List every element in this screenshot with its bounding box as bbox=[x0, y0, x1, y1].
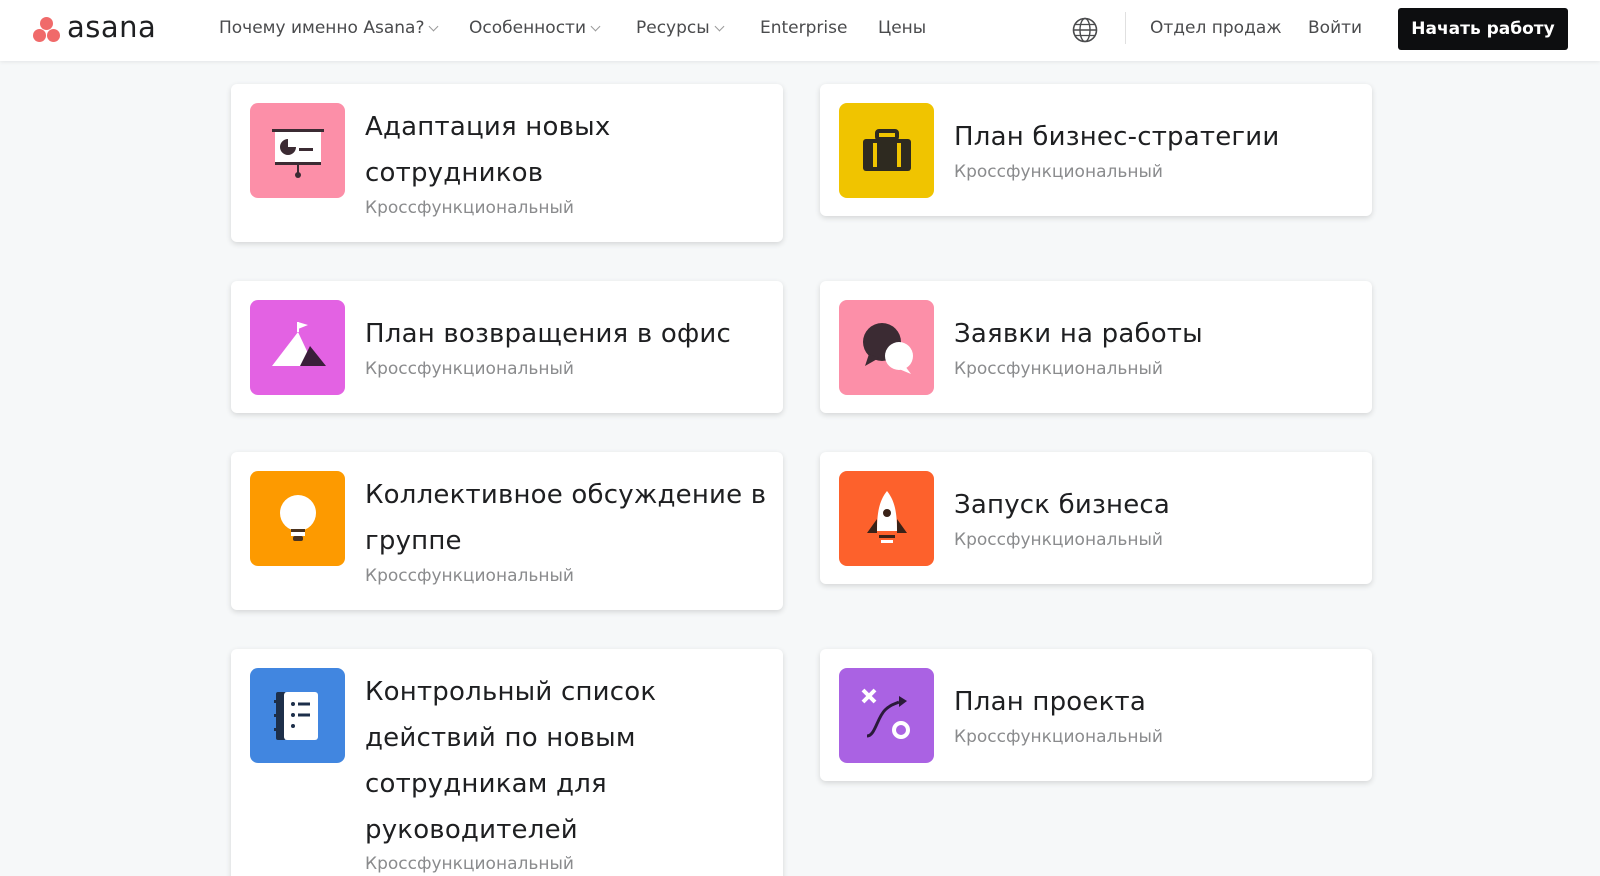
card-title: Заявки на работы bbox=[954, 319, 1203, 349]
nav-label: Цены bbox=[878, 18, 927, 38]
chat-bubbles-icon bbox=[839, 300, 934, 395]
template-card-business-strategy[interactable]: План бизнес-стратегии Кроссфункциональны… bbox=[820, 84, 1372, 216]
card-title-line: группе bbox=[365, 526, 462, 556]
briefcase-icon bbox=[839, 103, 934, 198]
nav-label: Особенности bbox=[469, 18, 586, 38]
template-card-project-plan[interactable]: План проекта Кроссфункциональный bbox=[820, 649, 1372, 781]
globe-icon[interactable] bbox=[1072, 17, 1098, 43]
card-title: Адаптация новых сотрудников bbox=[365, 104, 610, 196]
card-title-line: сотрудникам для bbox=[365, 769, 607, 799]
card-category: Кроссфункциональный bbox=[954, 359, 1163, 379]
chevron-down-icon bbox=[590, 21, 601, 32]
asana-logo[interactable]: asana bbox=[32, 10, 157, 46]
nav-enterprise[interactable]: Enterprise bbox=[760, 18, 847, 38]
card-category: Кроссфункциональный bbox=[365, 198, 574, 218]
card-title-line: Коллективное обсуждение в bbox=[365, 480, 767, 510]
nav-features[interactable]: Особенности bbox=[469, 18, 601, 38]
nav-label: Ресурсы bbox=[636, 18, 710, 38]
template-card-brainstorming[interactable]: Коллективное обсуждение в группе Кроссфу… bbox=[231, 452, 783, 610]
card-category: Кроссфункциональный bbox=[365, 566, 574, 586]
card-title: План бизнес-стратегии bbox=[954, 122, 1280, 152]
template-card-work-requests[interactable]: Заявки на работы Кроссфункциональный bbox=[820, 281, 1372, 413]
card-category: Кроссфункциональный bbox=[365, 359, 574, 379]
card-title: Коллективное обсуждение в группе bbox=[365, 472, 766, 564]
card-title: Запуск бизнеса bbox=[954, 490, 1171, 520]
nav-label: Enterprise bbox=[760, 18, 848, 38]
header-divider bbox=[1125, 12, 1126, 44]
chevron-down-icon bbox=[714, 21, 725, 32]
card-title: План проекта bbox=[954, 687, 1146, 717]
sales-link[interactable]: Отдел продаж bbox=[1150, 18, 1282, 38]
card-title-line: сотрудников bbox=[365, 158, 544, 188]
chevron-down-icon bbox=[429, 21, 439, 32]
login-link[interactable]: Войти bbox=[1308, 18, 1362, 38]
mountain-flag-icon bbox=[250, 300, 345, 395]
card-title-line: руководителей bbox=[365, 815, 578, 845]
lightbulb-icon bbox=[250, 471, 345, 566]
card-category: Кроссфункциональный bbox=[954, 162, 1163, 182]
asana-logo-icon bbox=[32, 14, 62, 44]
nav-label: Почему именно Asana? bbox=[219, 18, 425, 38]
strategy-path-icon bbox=[839, 668, 934, 763]
rocket-icon bbox=[839, 471, 934, 566]
presentation-icon bbox=[250, 103, 345, 198]
card-category: Кроссфункциональный bbox=[365, 854, 574, 874]
card-category: Кроссфункциональный bbox=[954, 530, 1163, 550]
card-title: План возвращения в офис bbox=[365, 319, 731, 349]
nav-resources[interactable]: Ресурсы bbox=[636, 18, 725, 38]
notebook-icon bbox=[250, 668, 345, 763]
template-card-manager-checklist[interactable]: Контрольный список действий по новым сот… bbox=[231, 649, 783, 876]
card-category: Кроссфункциональный bbox=[954, 727, 1163, 747]
logo-text: asana bbox=[67, 10, 157, 44]
template-card-return-to-office[interactable]: План возвращения в офис Кроссфункциональ… bbox=[231, 281, 783, 413]
nav-pricing[interactable]: Цены bbox=[878, 18, 926, 38]
card-title-line: Контрольный список bbox=[365, 677, 657, 707]
get-started-button[interactable]: Начать работу bbox=[1398, 8, 1568, 50]
card-title: Контрольный список действий по новым сот… bbox=[365, 669, 656, 853]
template-card-business-launch[interactable]: Запуск бизнеса Кроссфункциональный bbox=[820, 452, 1372, 584]
card-title-line: Адаптация новых bbox=[365, 112, 611, 142]
card-title-line: действий по новым bbox=[365, 723, 636, 753]
site-header: asana Почему именно Asana? Особенности Р… bbox=[0, 0, 1600, 61]
nav-why-asana[interactable]: Почему именно Asana? bbox=[219, 18, 439, 38]
template-card-onboarding[interactable]: Адаптация новых сотрудников Кроссфункцио… bbox=[231, 84, 783, 242]
